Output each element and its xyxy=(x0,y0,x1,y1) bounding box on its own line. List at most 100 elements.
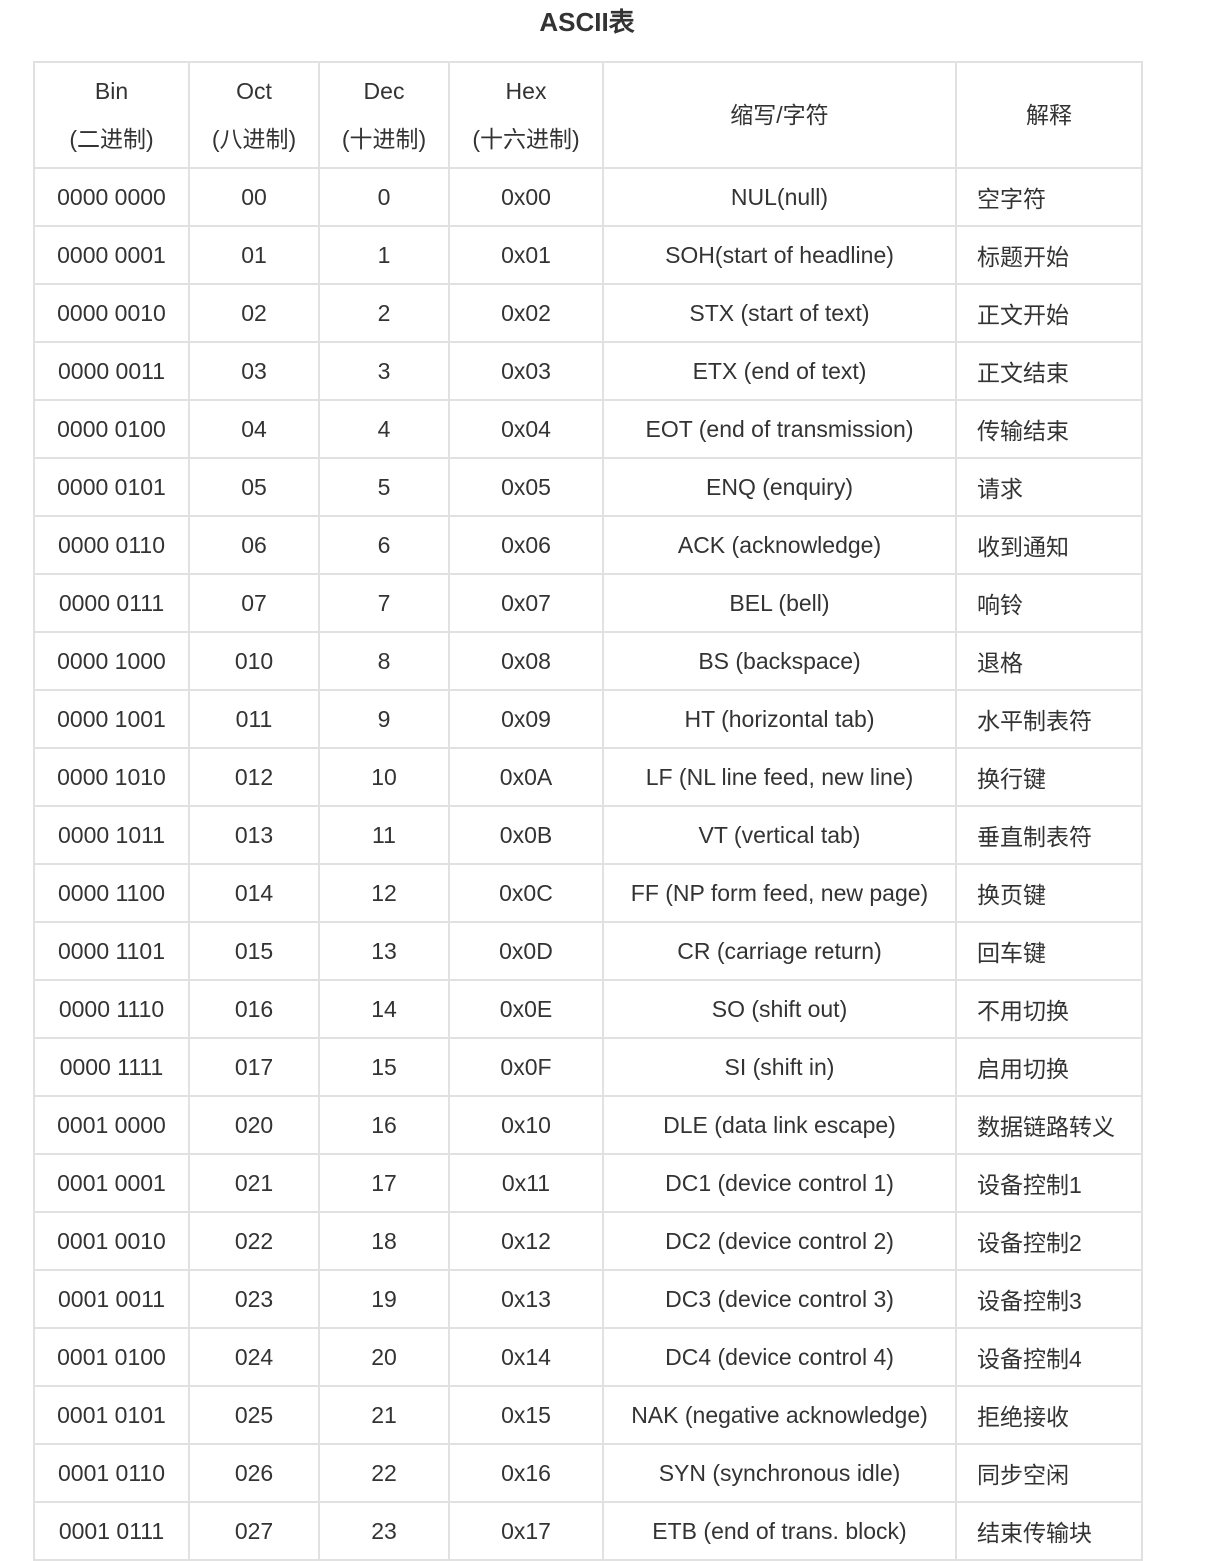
cell-dec: 21 xyxy=(318,1385,450,1445)
cell-bin: 0001 0100 xyxy=(33,1327,190,1387)
table-row: 0000 1000 010 8 0x08 BS (backspace) 退格 xyxy=(33,631,1143,691)
cell-oct: 01 xyxy=(188,225,320,285)
cell-abbr: HT (horizontal tab) xyxy=(602,689,957,749)
cell-dec: 10 xyxy=(318,747,450,807)
cell-hex: 0x05 xyxy=(448,457,604,517)
header-hex-sublabel: (十六进制) xyxy=(472,126,580,152)
cell-dec: 18 xyxy=(318,1211,450,1271)
cell-bin: 0000 0010 xyxy=(33,283,190,343)
table-row: 0001 0000 020 16 0x10 DLE (data link escape)… xyxy=(33,1095,1143,1155)
cell-desc: 启用切换 xyxy=(955,1037,1143,1097)
cell-desc: 收到通知 xyxy=(955,515,1143,575)
cell-oct: 027 xyxy=(188,1501,320,1561)
cell-abbr: ENQ (enquiry) xyxy=(602,457,957,517)
cell-hex: 0x15 xyxy=(448,1385,604,1445)
table-row: 0000 1001 011 9 0x09 HT (horizontal tab) 水平制表… xyxy=(33,689,1143,749)
cell-dec: 9 xyxy=(318,689,450,749)
cell-oct: 011 xyxy=(188,689,320,749)
cell-abbr: BEL (bell) xyxy=(602,573,957,633)
cell-desc: 响铃 xyxy=(955,573,1143,633)
table-row: 0000 0010 02 2 0x02 STX (start of text) 正文开始 xyxy=(33,283,1143,343)
cell-hex: 0x0E xyxy=(448,979,604,1039)
cell-oct: 013 xyxy=(188,805,320,865)
cell-bin: 0000 0100 xyxy=(33,399,190,459)
cell-dec: 8 xyxy=(318,631,450,691)
cell-abbr: STX (start of text) xyxy=(602,283,957,343)
cell-dec: 12 xyxy=(318,863,450,923)
cell-oct: 017 xyxy=(188,1037,320,1097)
cell-dec: 6 xyxy=(318,515,450,575)
cell-dec: 13 xyxy=(318,921,450,981)
header-desc: 解释 xyxy=(955,61,1143,169)
cell-oct: 010 xyxy=(188,631,320,691)
cell-hex: 0x0B xyxy=(448,805,604,865)
cell-abbr: SOH(start of headline) xyxy=(602,225,957,285)
table-body: 0000 0000 00 0 0x00 NUL(null) 空字符 0000 0001 01 1… xyxy=(33,167,1143,1561)
cell-desc: 换行键 xyxy=(955,747,1143,807)
cell-bin: 0001 0001 xyxy=(33,1153,190,1213)
header-dec-sublabel: (十进制) xyxy=(341,126,427,152)
cell-hex: 0x14 xyxy=(448,1327,604,1387)
cell-abbr: DC3 (device control 3) xyxy=(602,1269,957,1329)
cell-bin: 0000 1100 xyxy=(33,863,190,923)
cell-bin: 0000 1110 xyxy=(33,979,190,1039)
cell-dec: 5 xyxy=(318,457,450,517)
cell-desc: 拒绝接收 xyxy=(955,1385,1143,1445)
cell-desc: 设备控制1 xyxy=(955,1153,1143,1213)
header-oct-label: Oct xyxy=(236,78,272,104)
cell-dec: 14 xyxy=(318,979,450,1039)
cell-hex: 0x0C xyxy=(448,863,604,923)
cell-desc: 正文开始 xyxy=(955,283,1143,343)
table-row: 0000 0011 03 3 0x03 ETX (end of text) 正文结束 xyxy=(33,341,1143,401)
cell-bin: 0000 0110 xyxy=(33,515,190,575)
table-row: 0000 1110 016 14 0x0E SO (shift out) 不用切换 xyxy=(33,979,1143,1039)
cell-bin: 0000 1010 xyxy=(33,747,190,807)
cell-desc: 水平制表符 xyxy=(955,689,1143,749)
cell-abbr: SI (shift in) xyxy=(602,1037,957,1097)
cell-oct: 00 xyxy=(188,167,320,227)
header-oct: Oct (八进制) xyxy=(188,61,320,169)
cell-abbr: ETB (end of trans. block) xyxy=(602,1501,957,1561)
cell-hex: 0x11 xyxy=(448,1153,604,1213)
table-row: 0000 1010 012 10 0x0A LF (NL line feed, new … xyxy=(33,747,1143,807)
cell-desc: 垂直制表符 xyxy=(955,805,1143,865)
cell-hex: 0x04 xyxy=(448,399,604,459)
cell-hex: 0x0F xyxy=(448,1037,604,1097)
cell-desc: 不用切换 xyxy=(955,979,1143,1039)
table-row: 0000 1100 014 12 0x0C FF (NP form feed, new … xyxy=(33,863,1143,923)
header-oct-sublabel: (八进制) xyxy=(211,126,297,152)
cell-dec: 19 xyxy=(318,1269,450,1329)
cell-hex: 0x06 xyxy=(448,515,604,575)
cell-desc: 同步空闲 xyxy=(955,1443,1143,1503)
cell-hex: 0x08 xyxy=(448,631,604,691)
cell-oct: 025 xyxy=(188,1385,320,1445)
cell-desc: 空字符 xyxy=(955,167,1143,227)
cell-bin: 0000 0001 xyxy=(33,225,190,285)
cell-dec: 15 xyxy=(318,1037,450,1097)
cell-bin: 0000 1000 xyxy=(33,631,190,691)
ascii-table: Bin (二进制) Oct (八进制) Dec (十进制) Hex (十六进制)… xyxy=(33,61,1143,1561)
cell-dec: 20 xyxy=(318,1327,450,1387)
cell-dec: 11 xyxy=(318,805,450,865)
cell-bin: 0001 0101 xyxy=(33,1385,190,1445)
cell-abbr: NAK (negative acknowledge) xyxy=(602,1385,957,1445)
cell-desc: 退格 xyxy=(955,631,1143,691)
cell-hex: 0x13 xyxy=(448,1269,604,1329)
cell-oct: 014 xyxy=(188,863,320,923)
cell-abbr: FF (NP form feed, new page) xyxy=(602,863,957,923)
cell-oct: 03 xyxy=(188,341,320,401)
cell-desc: 数据链路转义 xyxy=(955,1095,1143,1155)
header-abbr: 缩写/字符 xyxy=(602,61,957,169)
cell-oct: 020 xyxy=(188,1095,320,1155)
cell-bin: 0001 0111 xyxy=(33,1501,190,1561)
cell-dec: 16 xyxy=(318,1095,450,1155)
cell-abbr: DC1 (device control 1) xyxy=(602,1153,957,1213)
cell-oct: 07 xyxy=(188,573,320,633)
cell-abbr: VT (vertical tab) xyxy=(602,805,957,865)
cell-dec: 7 xyxy=(318,573,450,633)
header-dec: Dec (十进制) xyxy=(318,61,450,169)
cell-dec: 22 xyxy=(318,1443,450,1503)
cell-oct: 06 xyxy=(188,515,320,575)
cell-oct: 023 xyxy=(188,1269,320,1329)
cell-desc: 传输结束 xyxy=(955,399,1143,459)
